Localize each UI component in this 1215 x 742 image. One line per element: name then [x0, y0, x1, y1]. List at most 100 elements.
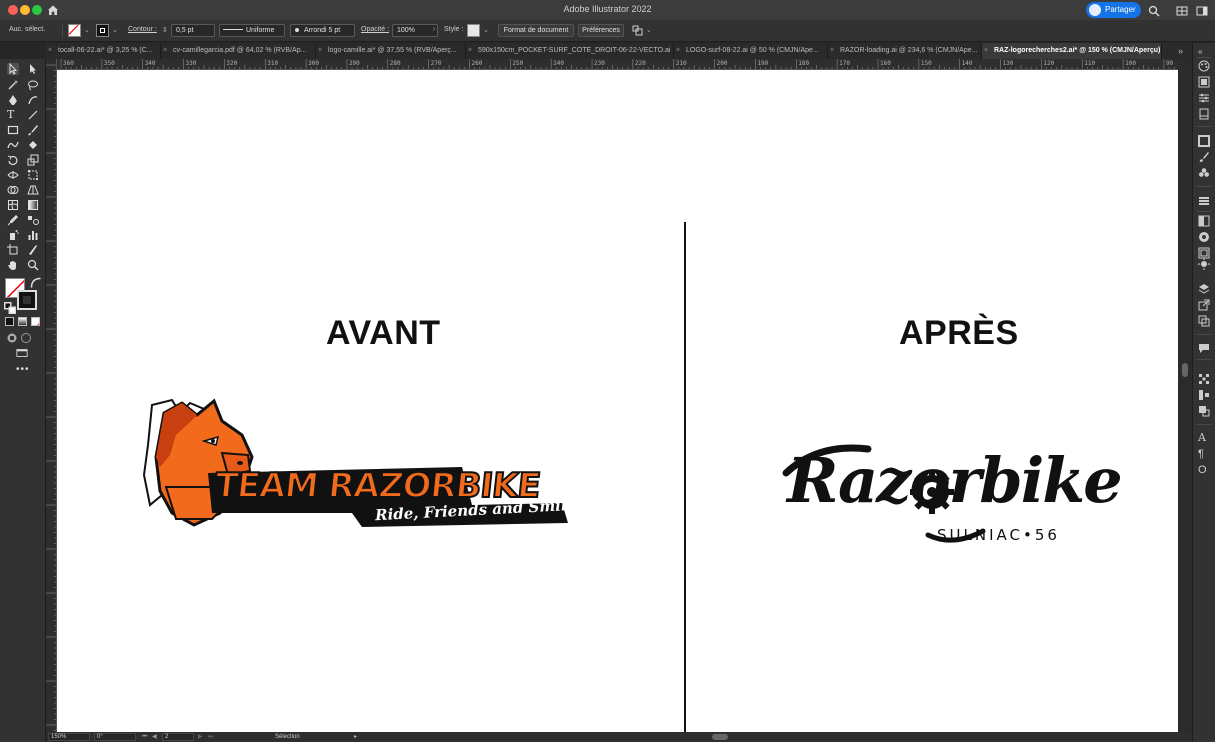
- curvature-tool-icon[interactable]: [27, 94, 39, 106]
- free-transform-tool-icon[interactable]: [27, 169, 39, 181]
- stroke-swatch[interactable]: [96, 24, 109, 37]
- arrange-icon[interactable]: [632, 25, 643, 36]
- slice-tool-icon[interactable]: [27, 244, 39, 256]
- direct-selection-tool-icon[interactable]: [27, 63, 39, 75]
- opentype-panel-icon[interactable]: O: [1198, 464, 1210, 476]
- rotate-tool-icon[interactable]: [7, 154, 19, 166]
- preferences-button[interactable]: Préférences: [578, 24, 624, 37]
- selection-tool-icon[interactable]: [7, 63, 19, 75]
- lasso-tool-icon[interactable]: [27, 79, 39, 91]
- last-artboard-icon[interactable]: ⏭: [208, 733, 213, 741]
- opacity-expand-icon[interactable]: ›: [433, 26, 435, 33]
- close-tab-icon[interactable]: ×: [48, 43, 58, 59]
- document-tab[interactable]: × cv-camillegarcia.pdf @ 64,02 % (RVB/Ap.…: [161, 43, 316, 59]
- line-tool-icon[interactable]: [27, 109, 39, 121]
- close-tab-icon[interactable]: ×: [830, 43, 840, 59]
- document-tab-active[interactable]: × RAZ-logorecherches2.ai* @ 150 % (CMJN/A…: [982, 43, 1162, 59]
- paintbrush-tool-icon[interactable]: [27, 124, 39, 136]
- vertical-scrollbar[interactable]: [1178, 59, 1192, 732]
- stroke-proxy-swatch[interactable]: [17, 290, 37, 310]
- brush-definition[interactable]: Arrondi 5 pt: [290, 24, 355, 37]
- previous-artboard-icon[interactable]: ◀: [152, 733, 157, 741]
- artboard-number-field[interactable]: 2: [162, 733, 194, 741]
- document-setup-button[interactable]: Format de document: [498, 24, 574, 37]
- type-tool-icon[interactable]: T: [7, 109, 19, 121]
- properties-panel-icon[interactable]: [1198, 92, 1210, 104]
- arrange-dropdown-icon[interactable]: ⌄: [646, 26, 652, 34]
- libraries-panel-icon[interactable]: [1198, 108, 1210, 120]
- perspective-grid-tool-icon[interactable]: [27, 184, 39, 196]
- opacity-field[interactable]: 100%: [392, 24, 438, 37]
- close-tab-icon[interactable]: ×: [468, 43, 478, 59]
- swatches-panel-icon[interactable]: [1198, 283, 1210, 295]
- artboard-tool-icon[interactable]: [7, 244, 19, 256]
- document-tab[interactable]: × LOGO-surf-08-22.ai @ 50 % (CMJN/Ape...: [674, 43, 828, 59]
- symbol-sprayer-tool-icon[interactable]: [7, 229, 19, 241]
- edit-toolbar-icon[interactable]: •••: [16, 364, 30, 375]
- magic-wand-tool-icon[interactable]: [7, 79, 19, 91]
- color-mode-icon[interactable]: [5, 317, 14, 326]
- color-panel-icon[interactable]: [1198, 60, 1210, 72]
- style-dropdown-icon[interactable]: ⌄: [483, 26, 489, 34]
- close-tab-icon[interactable]: ×: [163, 43, 173, 59]
- paragraph-panel-icon[interactable]: ¶: [1198, 448, 1210, 460]
- share-button[interactable]: Partager: [1086, 2, 1141, 18]
- column-graph-tool-icon[interactable]: [27, 229, 39, 241]
- symbols-panel-icon[interactable]: [1198, 167, 1210, 179]
- width-tool-icon[interactable]: [7, 169, 19, 181]
- workspace-switcher-icon[interactable]: [1196, 4, 1208, 16]
- pen-tool-icon[interactable]: [7, 94, 19, 106]
- status-menu-arrow-icon[interactable]: ▸: [354, 733, 357, 741]
- blend-tool-icon[interactable]: [27, 214, 39, 226]
- artboards-panel-icon[interactable]: [1198, 315, 1210, 327]
- close-tab-icon[interactable]: ×: [318, 43, 328, 59]
- eyedropper-tool-icon[interactable]: [7, 214, 19, 226]
- gradient-tool-icon[interactable]: [27, 199, 39, 211]
- stroke-label[interactable]: Contour :: [128, 26, 157, 33]
- vertical-scroll-thumb[interactable]: [1182, 363, 1188, 377]
- shaper-tool-icon[interactable]: [7, 139, 19, 151]
- comments-panel-icon[interactable]: [1198, 342, 1210, 354]
- rectangle-tool-icon[interactable]: [7, 124, 19, 136]
- variable-width-profile[interactable]: Uniforme: [219, 24, 285, 37]
- stroke-stepper-icon[interactable]: ⇕: [162, 26, 168, 34]
- color-guide-icon[interactable]: [1198, 76, 1210, 88]
- stroke-panel-icon[interactable]: [1198, 135, 1210, 147]
- hand-tool-icon[interactable]: [7, 259, 19, 271]
- close-tab-icon[interactable]: ×: [984, 43, 994, 59]
- stroke-weight-field[interactable]: 0,5 pt: [171, 24, 215, 37]
- horizontal-scroll-thumb[interactable]: [712, 734, 728, 740]
- default-fill-stroke-icon[interactable]: [4, 302, 16, 314]
- asset-export-panel-icon[interactable]: [1198, 405, 1210, 417]
- scale-tool-icon[interactable]: [27, 154, 39, 166]
- document-tab[interactable]: × 590x150cm_POCKET-SURF_COTE_DROIT-06-22-…: [466, 43, 674, 59]
- swap-fill-stroke-icon[interactable]: [30, 277, 41, 288]
- document-tab[interactable]: × RAZOR-loading.ai @ 234,6 % (CMJN/Ape...: [828, 43, 982, 59]
- eraser-tool-icon[interactable]: [27, 139, 39, 151]
- next-artboard-icon[interactable]: ▶: [198, 733, 203, 741]
- document-tab[interactable]: × tocall-06-22.ai* @ 3,25 % (C...: [46, 43, 161, 59]
- appearance-panel-icon[interactable]: [1198, 231, 1210, 243]
- mesh-tool-icon[interactable]: [7, 199, 19, 211]
- artboard-canvas[interactable]: AVANT APRÈS TEAM RAZORBIKE Ride, Friends…: [57, 70, 1178, 734]
- gradient-panel-icon[interactable]: [1198, 258, 1210, 270]
- fill-swatch[interactable]: [68, 24, 81, 37]
- first-artboard-icon[interactable]: ⏮: [142, 733, 147, 741]
- draw-normal-icon[interactable]: [6, 332, 18, 344]
- gradient-mode-icon[interactable]: [18, 317, 27, 326]
- shape-builder-tool-icon[interactable]: [7, 184, 19, 196]
- zoom-tool-icon[interactable]: [27, 259, 39, 271]
- none-mode-icon[interactable]: [31, 317, 40, 326]
- close-tab-icon[interactable]: ×: [676, 43, 686, 59]
- fill-dropdown-icon[interactable]: ⌄: [84, 26, 90, 34]
- opacity-label[interactable]: Opacité :: [361, 26, 389, 33]
- pathfinder-panel-icon[interactable]: [1198, 373, 1210, 385]
- rotation-field[interactable]: 0°: [94, 733, 136, 741]
- document-tab[interactable]: × logo-camille.ai* @ 37,55 % (RVB/Aperç..…: [316, 43, 466, 59]
- character-panel-icon[interactable]: A: [1198, 432, 1210, 444]
- draw-mode-icon[interactable]: [20, 332, 32, 344]
- search-icon[interactable]: [1148, 4, 1160, 17]
- stroke-dropdown-icon[interactable]: ⌄: [112, 26, 118, 34]
- transparency-panel-icon[interactable]: [1198, 215, 1210, 227]
- links-panel-icon[interactable]: [1198, 299, 1210, 311]
